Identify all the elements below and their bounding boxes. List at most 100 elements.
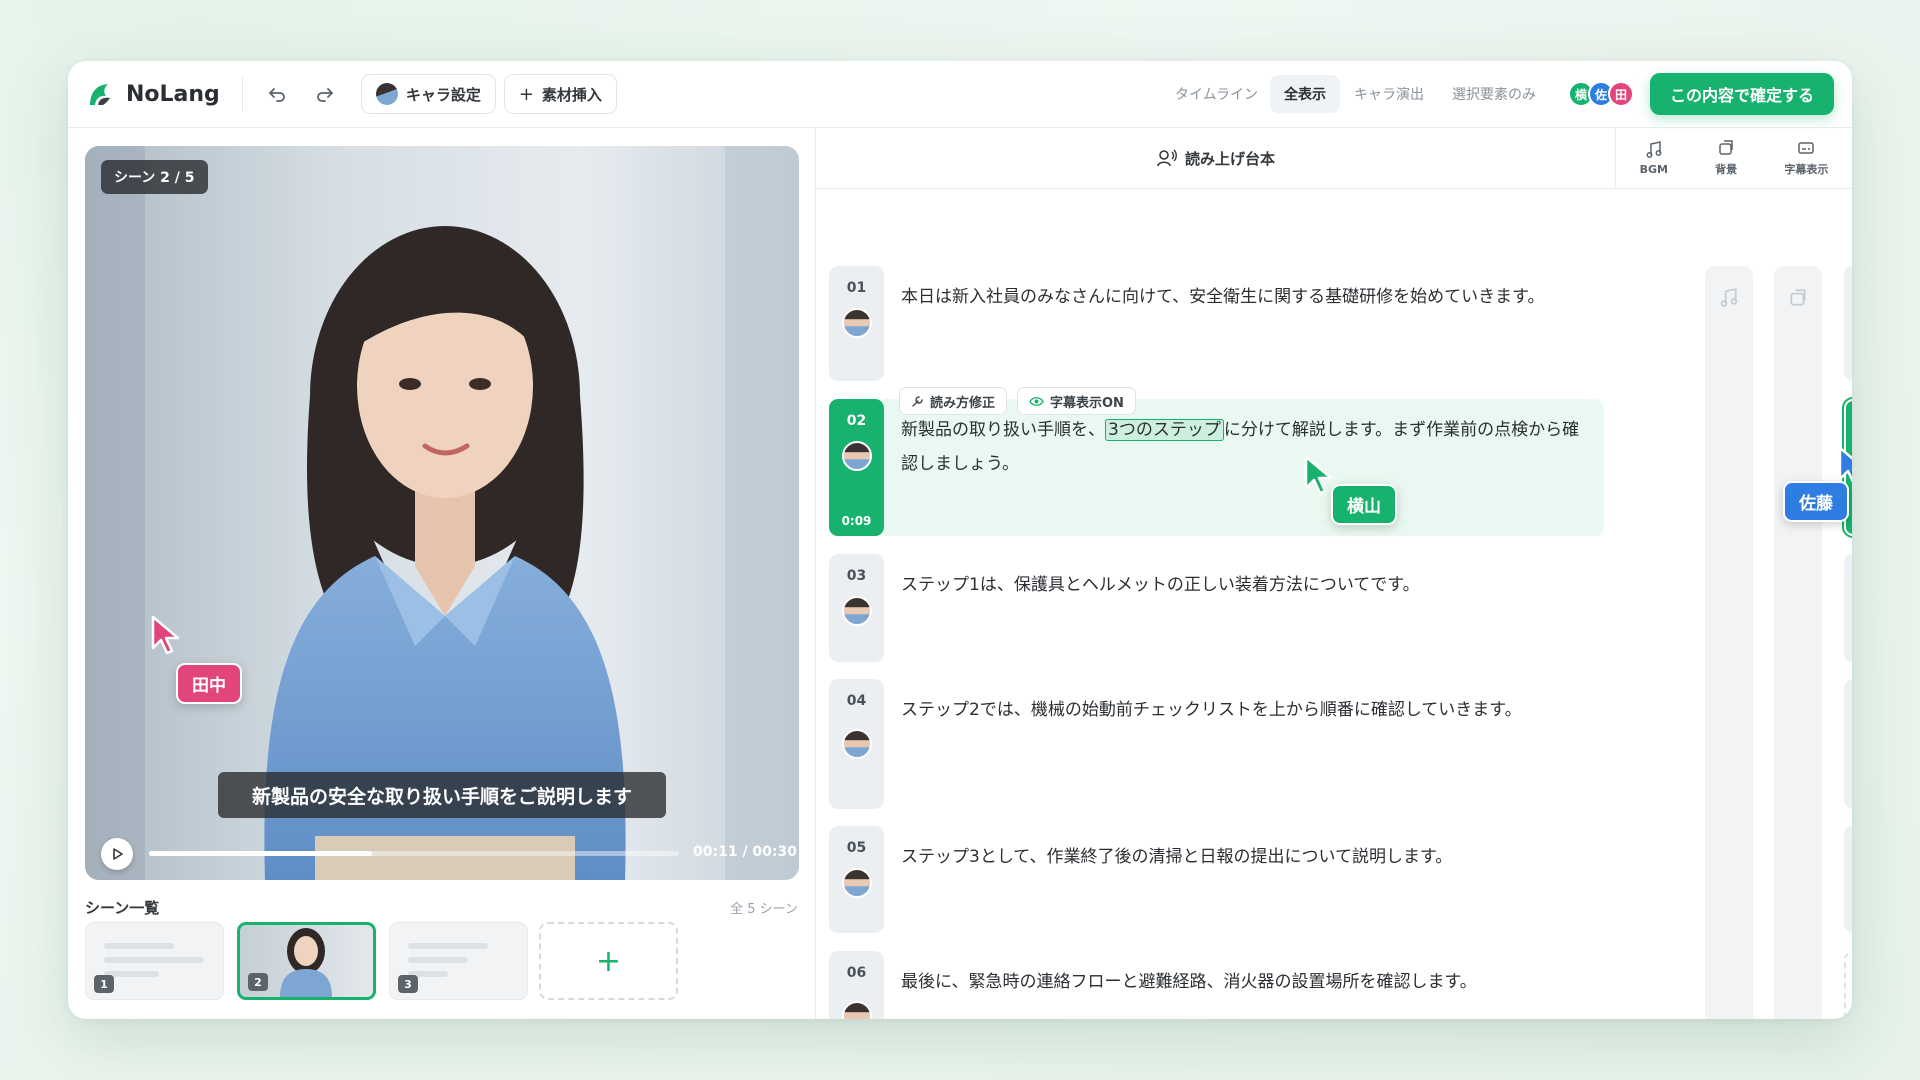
preview-panel: シーン 2 / 5 新製品の安全な取り扱い手順をご説明します 00:11 / 0… <box>68 128 816 1019</box>
add-scene-button[interactable]: + <box>539 922 678 1000</box>
script-line-text[interactable]: 新製品の取り扱い手順を、 3つのステップ に分けて解説します。まず作業前の点検から確… <box>901 413 1591 481</box>
subtitle-track-block[interactable] <box>1844 266 1852 381</box>
script-line-text[interactable]: ステップ2では、機械の始動前チェックリストを上から順番に確認していきます。 <box>901 693 1591 727</box>
cursor-label-yokoyama: 横山 <box>1331 484 1397 525</box>
chara-settings-button[interactable]: キャラ設定 <box>360 74 496 114</box>
video-preview[interactable]: シーン 2 / 5 新製品の安全な取り扱い手順をご説明します 00:11 / 0… <box>85 146 799 880</box>
script-row[interactable]: 04 ステップ2では、機械の始動前チェックリストを上から順番に確認していきます。 <box>829 679 1604 809</box>
row-number-block[interactable]: 06 <box>829 951 884 1019</box>
tab-show-all[interactable]: 全表示 <box>1269 75 1340 113</box>
column-background[interactable]: 背景 <box>1715 139 1737 177</box>
subtitle-track-block[interactable] <box>1844 554 1852 662</box>
playback-progress[interactable] <box>149 851 679 856</box>
video-subtitle: 新製品の安全な取り扱い手順をご説明します <box>218 772 666 818</box>
scene-number: 3 <box>398 975 418 993</box>
scene-thumb[interactable]: 1 <box>85 922 224 1000</box>
top-toolbar: NoLang キャラ設定 + 素材挿入 タイムライン 全表示 キャラ演出 選択要… <box>68 61 1852 128</box>
play-icon <box>113 848 123 860</box>
collaborator-avatar[interactable]: 田 <box>1607 81 1634 107</box>
tab-chara-direction[interactable]: キャラ演出 <box>1340 75 1438 113</box>
reading-fix-chip[interactable]: 読み方修正 <box>899 387 1008 415</box>
script-line-text[interactable]: 最後に、緊急時の連絡フローと避難経路、消火器の設置場所を確認します。 <box>901 965 1591 999</box>
script-panel: 読み上げ台本 BGM 背景 字幕表示 01 本日は新入社員のみなさんに向けて、安… <box>817 128 1852 1019</box>
script-row[interactable]: 06 最後に、緊急時の連絡フローと避難経路、消火器の設置場所を確認します。 <box>829 951 1604 1019</box>
script-line-text[interactable]: ステップ3として、作業終了後の清掃と日報の提出について説明します。 <box>901 840 1591 874</box>
scene-thumb[interactable]: 3 <box>389 922 528 1000</box>
subtitle-track-block[interactable] <box>1844 679 1852 809</box>
placeholder-line <box>408 943 488 949</box>
cursor-pointer-icon <box>151 615 180 655</box>
column-label: 字幕表示 <box>1784 163 1829 176</box>
column-bgm[interactable]: BGM <box>1639 140 1668 176</box>
confirm-button[interactable]: この内容で確定する <box>1649 73 1834 115</box>
cursor-label-tanaka: 田中 <box>176 663 242 704</box>
highlighted-phrase[interactable]: 3つのステップ <box>1105 419 1224 441</box>
script-line-text[interactable]: ステップ1は、保護具とヘルメットの正しい装着方法についてです。 <box>901 568 1591 602</box>
row-number-block[interactable]: 04 <box>829 679 884 809</box>
subtitle-track-block[interactable] <box>1844 826 1852 933</box>
row-duration: 0:09 <box>841 514 872 528</box>
add-subtitle-block-button[interactable]: + <box>1844 951 1852 1019</box>
music-note-icon <box>1646 140 1662 158</box>
script-line-text[interactable]: 本日は新入社員のみなさんに向けて、安全衛生に関する基礎研修を始めていきます。 <box>901 280 1591 314</box>
insert-material-button[interactable]: + 素材挿入 <box>503 74 617 114</box>
scene-number: 2 <box>248 973 268 991</box>
column-subtitle[interactable]: 字幕表示 <box>1784 139 1828 177</box>
divider <box>241 77 243 111</box>
character-avatar <box>841 596 872 626</box>
music-note-icon <box>1720 288 1738 307</box>
row-number: 01 <box>846 280 867 296</box>
row-number: 03 <box>846 568 867 584</box>
cursor-label-sato: 佐藤 <box>1783 481 1849 522</box>
column-label: 背景 <box>1715 163 1738 176</box>
plus-icon: + <box>518 83 534 105</box>
row-number-block[interactable]: 02 0:09 <box>829 399 884 536</box>
column-label: BGM <box>1639 162 1668 176</box>
scene-thumb-selected[interactable]: 2 <box>237 922 376 1000</box>
character-avatar-icon <box>375 83 398 105</box>
scene-list-title: シーン一覧 <box>85 899 160 917</box>
subtitle-on-chip[interactable]: 字幕表示ON <box>1017 387 1136 415</box>
script-title: 読み上げ台本 <box>1184 149 1275 168</box>
row-number: 05 <box>846 840 867 856</box>
background-layer-icon <box>1790 289 1806 306</box>
row-number: 04 <box>846 693 867 709</box>
play-button[interactable] <box>101 838 133 870</box>
redo-button[interactable] <box>305 74 345 114</box>
script-row[interactable]: 03 ステップ1は、保護具とヘルメットの正しい装着方法についてです。 <box>829 554 1604 662</box>
speaker-icon <box>1157 149 1177 167</box>
subtitle-icon <box>1798 142 1815 154</box>
bgm-track-lane[interactable] <box>1705 266 1753 1019</box>
undo-button[interactable] <box>257 74 297 114</box>
character-avatar <box>841 868 872 898</box>
placeholder-line <box>408 957 468 963</box>
insert-material-label: 素材挿入 <box>541 85 602 104</box>
undo-icon <box>268 88 285 102</box>
script-row[interactable]: 05 ステップ3として、作業終了後の清掃と日報の提出について説明します。 <box>829 826 1604 933</box>
chip-label: 字幕表示ON <box>1050 395 1124 411</box>
eye-icon <box>1029 396 1044 406</box>
playback-progress-fill <box>149 851 372 856</box>
background-layer-icon <box>1719 140 1733 155</box>
app-logo[interactable]: NoLang <box>86 79 220 109</box>
redo-icon <box>316 88 334 102</box>
chip-label: 読み方修正 <box>930 395 996 411</box>
character-avatar <box>841 308 872 338</box>
row-number-block[interactable]: 05 <box>829 826 884 933</box>
script-row[interactable]: 01 本日は新入社員のみなさんに向けて、安全衛生に関する基礎研修を始めていきます… <box>829 266 1604 381</box>
presenter-image <box>85 146 799 880</box>
background-track-lane[interactable] <box>1774 266 1822 1019</box>
row-number-block[interactable]: 01 <box>829 266 884 381</box>
timeline-label: タイムライン <box>1174 87 1258 103</box>
toolbar-right: タイムライン 全表示 キャラ演出 選択要素のみ 横 佐 田 この内容で確定する <box>1175 73 1834 115</box>
track-column-headers: BGM 背景 字幕表示 <box>1615 128 1852 189</box>
chara-settings-label: キャラ設定 <box>405 85 481 104</box>
character-avatar <box>841 441 872 471</box>
row-number-block[interactable]: 03 <box>829 554 884 662</box>
scene-count: 全 5 シーン <box>730 902 798 917</box>
scene-indicator: シーン 2 / 5 <box>101 160 208 194</box>
wrench-icon <box>912 395 923 407</box>
tab-selected-only[interactable]: 選択要素のみ <box>1438 75 1550 113</box>
scene-number: 1 <box>94 975 114 993</box>
script-row-active[interactable]: 02 0:09 読み方修正 字幕表示ON 新製品の取り扱い手順を、 3つのステップ… <box>829 387 1604 536</box>
